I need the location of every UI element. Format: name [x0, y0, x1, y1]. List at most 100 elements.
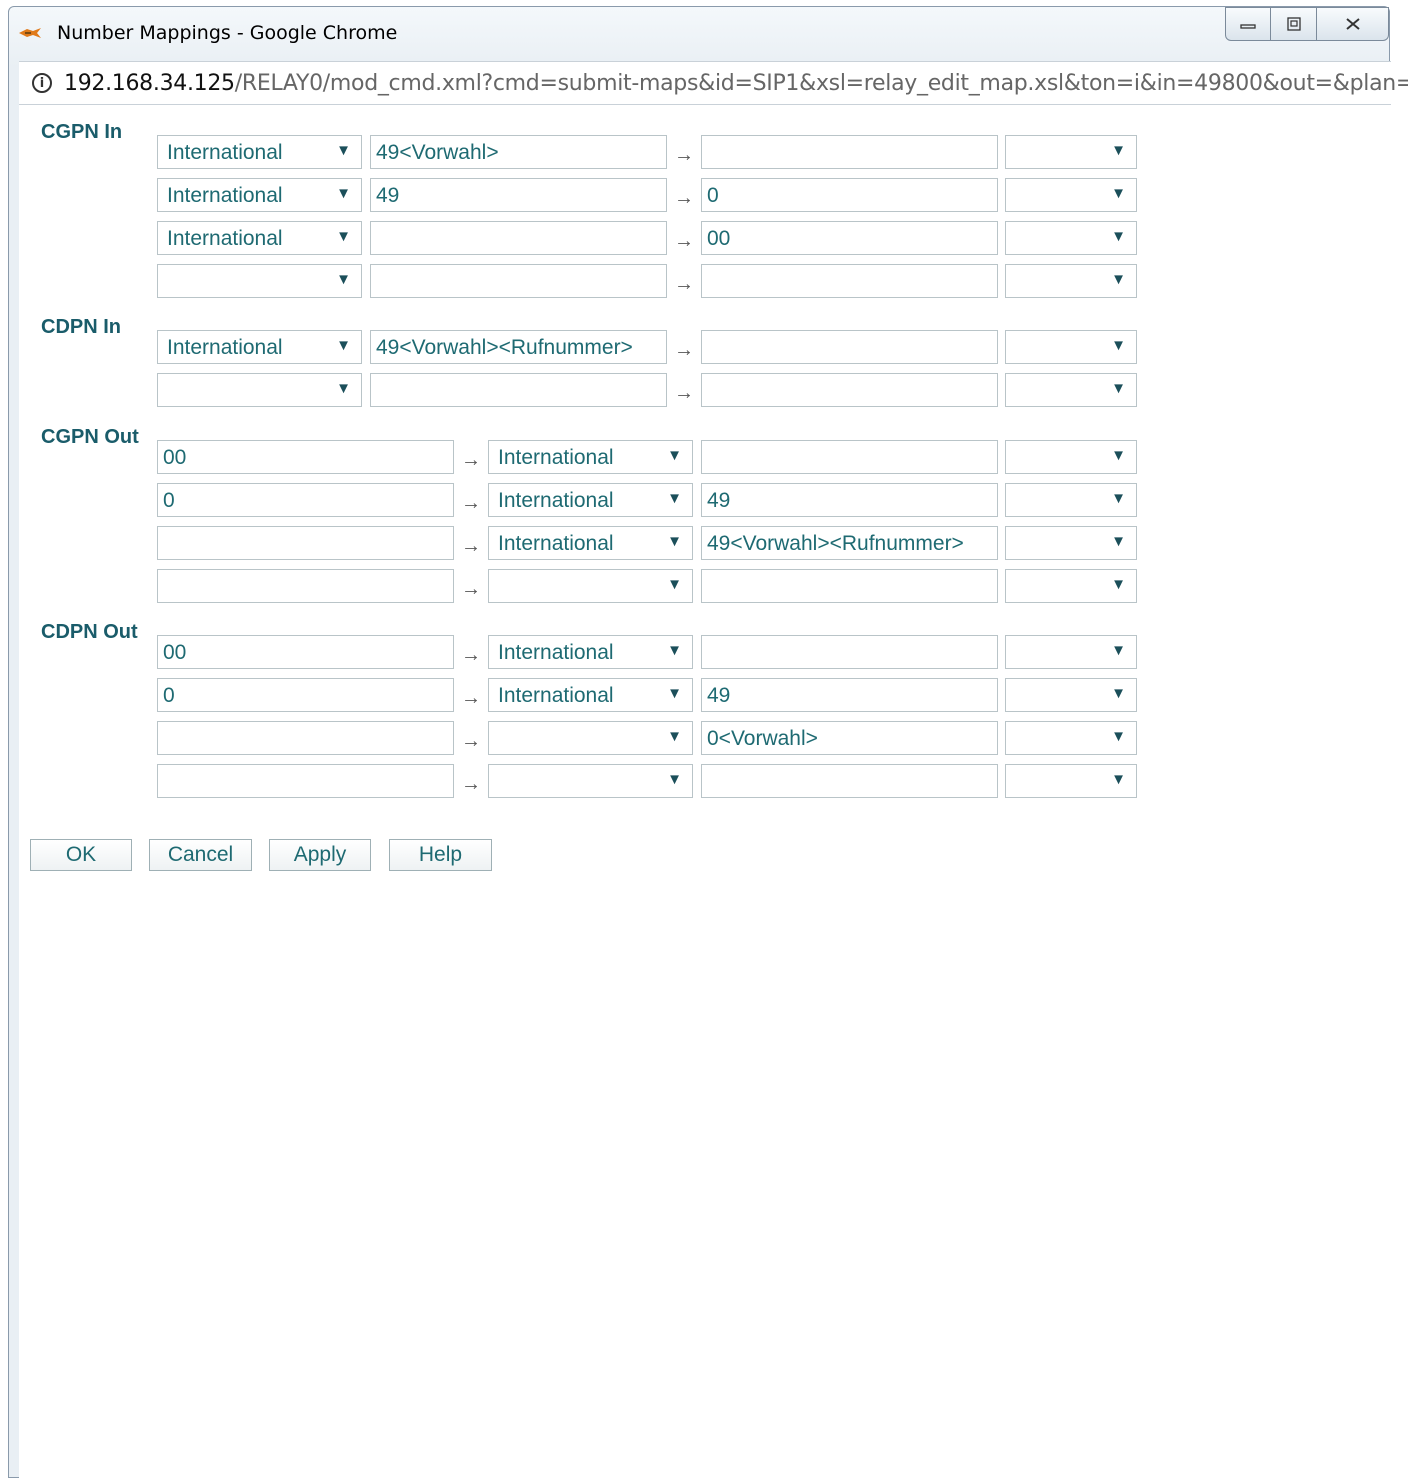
number-in-field[interactable]: 0 [157, 678, 454, 712]
plan-select[interactable]: ▼ [1005, 764, 1137, 798]
arrow-icon: → [674, 382, 694, 404]
plan-select[interactable]: ▼ [1005, 135, 1137, 169]
plan-select[interactable]: ▼ [1005, 330, 1137, 364]
close-button[interactable] [1317, 7, 1389, 41]
plan-select[interactable]: ▼ [1005, 483, 1137, 517]
minimize-icon [1240, 24, 1256, 29]
browser-window: Number Mappings - Google Chrome i 192.16… [8, 6, 1408, 1479]
number-in-field[interactable] [370, 264, 667, 298]
ton-select[interactable]: International ▼ [157, 221, 362, 255]
ton-select[interactable]: International ▼ [488, 635, 693, 669]
arrow-icon: → [461, 730, 481, 752]
number-out-field[interactable] [701, 135, 998, 169]
ton-select[interactable]: ▼ [157, 264, 362, 298]
dropdown-icon: ▼ [1111, 685, 1126, 702]
plan-select[interactable]: ▼ [1005, 373, 1137, 407]
ton-select[interactable]: International ▼ [488, 678, 693, 712]
number-out-field[interactable] [701, 373, 998, 407]
window-title: Number Mappings - Google Chrome [57, 22, 398, 44]
number-in-field[interactable]: 00 [157, 440, 454, 474]
number-out-field[interactable]: 0<Vorwahl> [701, 721, 998, 755]
plan-select[interactable]: ▼ [1005, 440, 1137, 474]
number-in-field[interactable] [157, 526, 454, 560]
dropdown-icon: ▼ [336, 271, 351, 288]
plan-select[interactable]: ▼ [1005, 221, 1137, 255]
plan-select[interactable]: ▼ [1005, 264, 1137, 298]
url-host: 192.168.34.125 [64, 71, 235, 96]
plan-select[interactable]: ▼ [1005, 635, 1137, 669]
ton-select[interactable]: ▼ [488, 721, 693, 755]
arrow-icon: → [461, 644, 481, 666]
minimize-button[interactable] [1225, 7, 1271, 41]
title-bar[interactable]: Number Mappings - Google Chrome [9, 7, 1389, 59]
number-out-field[interactable] [701, 440, 998, 474]
ton-select[interactable]: ▼ [488, 764, 693, 798]
help-button[interactable]: Help [389, 839, 492, 871]
number-in-field[interactable]: 00 [157, 635, 454, 669]
number-out-field[interactable] [701, 330, 998, 364]
apply-button[interactable]: Apply [269, 839, 371, 871]
ton-select[interactable]: International ▼ [157, 330, 362, 364]
dropdown-icon: ▼ [667, 576, 682, 593]
dropdown-icon: ▼ [336, 185, 351, 202]
number-in-field[interactable]: 0 [157, 483, 454, 517]
arrow-icon: → [461, 449, 481, 471]
number-out-field[interactable]: 0 [701, 178, 998, 212]
ton-select[interactable]: International ▼ [488, 526, 693, 560]
dropdown-icon: ▼ [1111, 771, 1126, 788]
plan-select[interactable]: ▼ [1005, 178, 1137, 212]
ton-select[interactable]: ▼ [157, 373, 362, 407]
dropdown-icon: ▼ [1111, 490, 1126, 507]
plan-select[interactable]: ▼ [1005, 721, 1137, 755]
dropdown-icon: ▼ [1111, 185, 1126, 202]
number-in-field[interactable] [370, 221, 667, 255]
dropdown-icon: ▼ [667, 642, 682, 659]
plan-select[interactable]: ▼ [1005, 526, 1137, 560]
number-out-field[interactable]: 49 [701, 678, 998, 712]
ton-select[interactable]: International ▼ [157, 178, 362, 212]
number-out-field[interactable]: 49 [701, 483, 998, 517]
number-out-field[interactable] [701, 764, 998, 798]
arrow-icon: → [461, 535, 481, 557]
section-label-cgpn-out: CGPN Out [41, 426, 139, 448]
dropdown-icon: ▼ [336, 228, 351, 245]
ton-select[interactable]: International ▼ [488, 483, 693, 517]
ton-select[interactable]: International ▼ [488, 440, 693, 474]
dropdown-icon: ▼ [1111, 337, 1126, 354]
number-in-field[interactable] [157, 721, 454, 755]
arrow-icon: → [674, 230, 694, 252]
number-out-field[interactable] [701, 264, 998, 298]
number-out-field[interactable] [701, 635, 998, 669]
number-in-field[interactable] [157, 569, 454, 603]
cancel-button[interactable]: Cancel [149, 839, 252, 871]
restore-button[interactable] [1271, 7, 1317, 41]
number-in-field[interactable] [370, 373, 667, 407]
plan-select[interactable]: ▼ [1005, 569, 1137, 603]
number-out-field[interactable]: 49<Vorwahl><Rufnummer> [701, 526, 998, 560]
dropdown-icon: ▼ [1111, 380, 1126, 397]
number-in-field[interactable]: 49<Vorwahl> [370, 135, 667, 169]
arrow-icon: → [674, 187, 694, 209]
ton-select[interactable]: International ▼ [157, 135, 362, 169]
arrow-icon: → [461, 492, 481, 514]
dropdown-icon: ▼ [667, 685, 682, 702]
number-out-field[interactable]: 00 [701, 221, 998, 255]
url-text[interactable]: 192.168.34.125/RELAY0/mod_cmd.xml?cmd=su… [64, 71, 1408, 96]
restore-icon [1286, 17, 1301, 31]
address-bar[interactable]: i 192.168.34.125/RELAY0/mod_cmd.xml?cmd=… [19, 61, 1408, 105]
number-in-field[interactable]: 49<Vorwahl><Rufnummer> [370, 330, 667, 364]
page-content: CGPN In International ▼ 49<Vorwahl> → ▼ I… [19, 105, 1391, 1479]
info-icon[interactable]: i [32, 73, 52, 93]
number-out-field[interactable] [701, 569, 998, 603]
arrow-icon: → [674, 339, 694, 361]
ton-select[interactable]: ▼ [488, 569, 693, 603]
ok-button[interactable]: OK [30, 839, 132, 871]
dropdown-icon: ▼ [1111, 228, 1126, 245]
dropdown-icon: ▼ [667, 728, 682, 745]
dropdown-icon: ▼ [1111, 533, 1126, 550]
number-in-field[interactable]: 49 [370, 178, 667, 212]
section-label-cgpn-in: CGPN In [41, 121, 123, 143]
plan-select[interactable]: ▼ [1005, 678, 1137, 712]
number-in-field[interactable] [157, 764, 454, 798]
dropdown-icon: ▼ [1111, 728, 1126, 745]
